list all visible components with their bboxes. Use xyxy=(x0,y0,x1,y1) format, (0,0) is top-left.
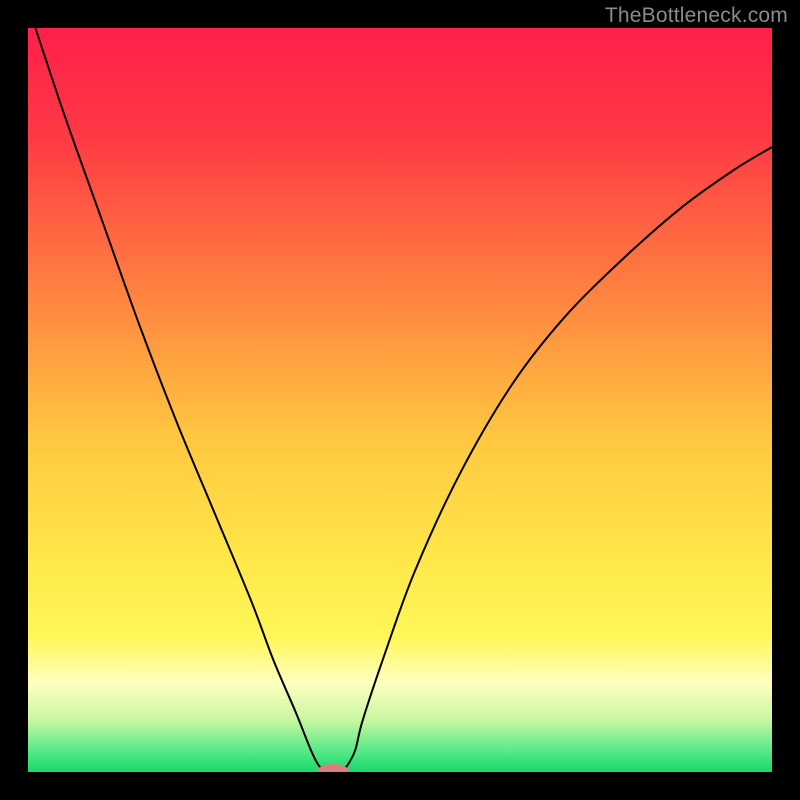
gradient-background xyxy=(28,28,772,772)
outer-frame: TheBottleneck.com xyxy=(0,0,800,800)
plot-area xyxy=(28,28,772,772)
bottleneck-chart xyxy=(28,28,772,772)
watermark-text: TheBottleneck.com xyxy=(605,4,788,28)
